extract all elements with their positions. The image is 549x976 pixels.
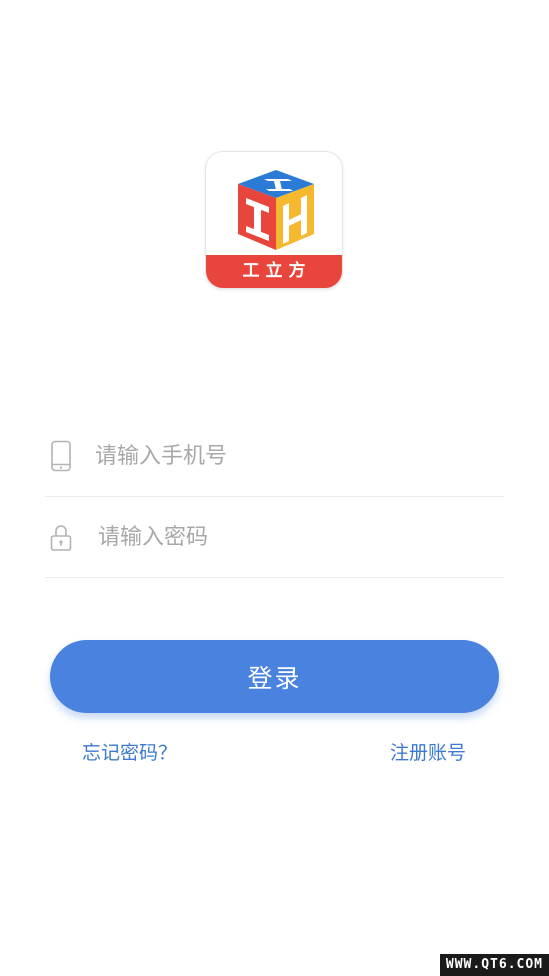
lock-icon — [50, 525, 72, 551]
app-logo: 工立方 — [205, 151, 343, 289]
login-button[interactable]: 登录 — [50, 640, 499, 713]
phone-input[interactable] — [95, 436, 495, 476]
password-input[interactable] — [98, 517, 498, 557]
login-screen: 工立方 登录 忘记密码？ 注册账号 WWW.QT6.COM — [0, 0, 549, 976]
phone-field-row — [45, 416, 504, 497]
site-watermark: WWW.QT6.COM — [439, 954, 549, 976]
cube-logo-icon — [238, 170, 314, 250]
app-name-label: 工立方 — [206, 255, 342, 288]
phone-icon — [51, 440, 71, 472]
password-field-row — [45, 497, 504, 578]
forgot-password-link[interactable]: 忘记密码？ — [82, 738, 177, 765]
register-link[interactable]: 注册账号 — [390, 738, 466, 765]
